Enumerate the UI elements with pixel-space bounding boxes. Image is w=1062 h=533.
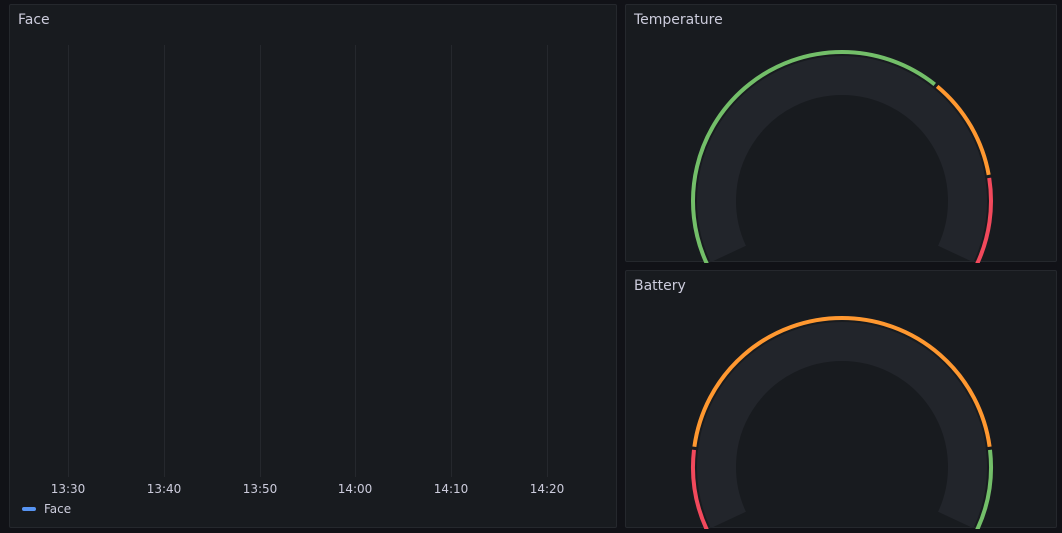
temperature-gauge [691,50,993,263]
gauge-track [697,56,987,263]
temperature-panel[interactable]: Temperature [625,4,1057,263]
x-tick-label: 13:50 [242,482,278,496]
x-grid-line [260,45,261,477]
face-panel[interactable]: Face 13:30 13:40 13:50 14:00 14:10 14:20 Face [9,4,617,528]
face-panel-title[interactable]: Face [18,12,50,28]
x-tick-label: 13:40 [146,482,182,496]
x-grid-line [547,45,548,477]
x-grid-line [164,45,165,477]
x-tick-label: 14:10 [433,482,469,496]
x-grid-line [355,45,356,477]
x-tick-label: 14:00 [337,482,373,496]
gauge-track [697,322,987,529]
face-legend-label: Face [44,502,72,516]
x-grid-line [68,45,69,477]
legend-color-swatch [22,507,36,511]
face-legend-item[interactable]: Face [22,502,71,516]
x-tick-label: 14:20 [529,482,565,496]
x-grid-line [451,45,452,477]
battery-gauge [691,316,993,529]
x-tick-label: 13:30 [50,482,86,496]
battery-panel[interactable]: Battery [625,270,1057,529]
